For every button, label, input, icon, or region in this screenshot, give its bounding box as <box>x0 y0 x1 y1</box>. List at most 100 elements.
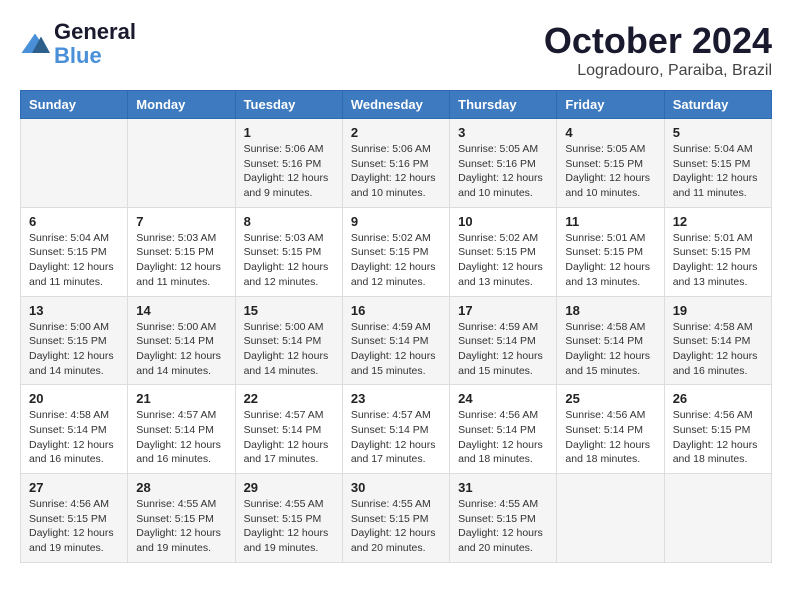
calendar-cell: 16 Sunrise: 4:59 AM Sunset: 5:14 PM Dayli… <box>342 296 449 385</box>
day-number: 22 <box>244 391 334 406</box>
cell-content: Sunrise: 4:59 AM Sunset: 5:14 PM Dayligh… <box>351 320 441 379</box>
cell-content: Sunrise: 4:58 AM Sunset: 5:14 PM Dayligh… <box>673 320 763 379</box>
day-number: 20 <box>29 391 119 406</box>
cell-content: Sunrise: 5:01 AM Sunset: 5:15 PM Dayligh… <box>673 231 763 290</box>
calendar-cell: 26 Sunrise: 4:56 AM Sunset: 5:15 PM Dayli… <box>664 385 771 474</box>
calendar-cell: 1Sunrise: 5:06 AM Sunset: 5:16 PM Daylig… <box>235 119 342 208</box>
calendar-cell: 29Sunrise: 4:55 AM Sunset: 5:15 PM Dayli… <box>235 474 342 563</box>
day-number: 10 <box>458 214 548 229</box>
day-number: 15 <box>244 303 334 318</box>
calendar-week-row: 27Sunrise: 4:56 AM Sunset: 5:15 PM Dayli… <box>21 474 772 563</box>
cell-content: Sunrise: 5:03 AM Sunset: 5:15 PM Dayligh… <box>244 231 334 290</box>
calendar-cell: 9 Sunrise: 5:02 AM Sunset: 5:15 PM Daylig… <box>342 207 449 296</box>
day-number: 16 <box>351 303 441 318</box>
calendar-cell <box>128 119 235 208</box>
calendar-cell: 24 Sunrise: 4:56 AM Sunset: 5:14 PM Dayli… <box>450 385 557 474</box>
calendar-cell: 15Sunrise: 5:00 AM Sunset: 5:14 PM Dayli… <box>235 296 342 385</box>
calendar-cell: 4 Sunrise: 5:05 AM Sunset: 5:15 PM Daylig… <box>557 119 664 208</box>
weekday-header: Wednesday <box>342 91 449 119</box>
calendar-cell: 27Sunrise: 4:56 AM Sunset: 5:15 PM Dayli… <box>21 474 128 563</box>
day-number: 28 <box>136 480 226 495</box>
calendar-cell <box>664 474 771 563</box>
day-number: 18 <box>565 303 655 318</box>
day-number: 17 <box>458 303 548 318</box>
weekday-header: Thursday <box>450 91 557 119</box>
calendar-cell: 3Sunrise: 5:05 AM Sunset: 5:16 PM Daylig… <box>450 119 557 208</box>
cell-content: Sunrise: 4:58 AM Sunset: 5:14 PM Dayligh… <box>565 320 655 379</box>
calendar-cell: 11Sunrise: 5:01 AM Sunset: 5:15 PM Dayli… <box>557 207 664 296</box>
calendar-week-row: 6 Sunrise: 5:04 AM Sunset: 5:15 PM Daylig… <box>21 207 772 296</box>
cell-content: Sunrise: 5:00 AM Sunset: 5:14 PM Dayligh… <box>136 320 226 379</box>
calendar-cell: 6 Sunrise: 5:04 AM Sunset: 5:15 PM Daylig… <box>21 207 128 296</box>
month-title: October 2024 <box>544 20 772 62</box>
day-number: 30 <box>351 480 441 495</box>
cell-content: Sunrise: 4:56 AM Sunset: 5:15 PM Dayligh… <box>673 408 763 467</box>
calendar-cell: 23 Sunrise: 4:57 AM Sunset: 5:14 PM Dayli… <box>342 385 449 474</box>
calendar-week-row: 1Sunrise: 5:06 AM Sunset: 5:16 PM Daylig… <box>21 119 772 208</box>
cell-content: Sunrise: 5:05 AM Sunset: 5:15 PM Dayligh… <box>565 142 655 201</box>
cell-content: Sunrise: 5:00 AM Sunset: 5:15 PM Dayligh… <box>29 320 119 379</box>
cell-content: Sunrise: 5:02 AM Sunset: 5:15 PM Dayligh… <box>351 231 441 290</box>
calendar-cell: 20 Sunrise: 4:58 AM Sunset: 5:14 PM Dayli… <box>21 385 128 474</box>
cell-content: Sunrise: 4:59 AM Sunset: 5:14 PM Dayligh… <box>458 320 548 379</box>
weekday-header-row: SundayMondayTuesdayWednesdayThursdayFrid… <box>21 91 772 119</box>
day-number: 24 <box>458 391 548 406</box>
calendar-cell: 13 Sunrise: 5:00 AM Sunset: 5:15 PM Dayli… <box>21 296 128 385</box>
cell-content: Sunrise: 4:55 AM Sunset: 5:15 PM Dayligh… <box>351 497 441 556</box>
cell-content: Sunrise: 4:56 AM Sunset: 5:14 PM Dayligh… <box>458 408 548 467</box>
day-number: 23 <box>351 391 441 406</box>
day-number: 12 <box>673 214 763 229</box>
calendar-cell: 18 Sunrise: 4:58 AM Sunset: 5:14 PM Dayli… <box>557 296 664 385</box>
calendar-cell: 2 Sunrise: 5:06 AM Sunset: 5:16 PM Daylig… <box>342 119 449 208</box>
day-number: 9 <box>351 214 441 229</box>
title-section: October 2024 Logradouro, Paraiba, Brazil <box>544 20 772 80</box>
cell-content: Sunrise: 5:03 AM Sunset: 5:15 PM Dayligh… <box>136 231 226 290</box>
cell-content: Sunrise: 5:04 AM Sunset: 5:15 PM Dayligh… <box>29 231 119 290</box>
day-number: 2 <box>351 125 441 140</box>
day-number: 13 <box>29 303 119 318</box>
calendar-cell: 19 Sunrise: 4:58 AM Sunset: 5:14 PM Dayli… <box>664 296 771 385</box>
logo-line1: General <box>54 20 136 44</box>
day-number: 25 <box>565 391 655 406</box>
cell-content: Sunrise: 4:55 AM Sunset: 5:15 PM Dayligh… <box>136 497 226 556</box>
page-header: General Blue October 2024 Logradouro, Pa… <box>20 20 772 80</box>
calendar-cell <box>21 119 128 208</box>
cell-content: Sunrise: 4:58 AM Sunset: 5:14 PM Dayligh… <box>29 408 119 467</box>
logo-line2: Blue <box>54 44 136 68</box>
location-title: Logradouro, Paraiba, Brazil <box>544 62 772 80</box>
logo: General Blue <box>20 20 136 68</box>
day-number: 5 <box>673 125 763 140</box>
weekday-header: Tuesday <box>235 91 342 119</box>
day-number: 19 <box>673 303 763 318</box>
calendar-cell: 25Sunrise: 4:56 AM Sunset: 5:14 PM Dayli… <box>557 385 664 474</box>
cell-content: Sunrise: 4:56 AM Sunset: 5:15 PM Dayligh… <box>29 497 119 556</box>
cell-content: Sunrise: 5:04 AM Sunset: 5:15 PM Dayligh… <box>673 142 763 201</box>
cell-content: Sunrise: 5:06 AM Sunset: 5:16 PM Dayligh… <box>244 142 334 201</box>
calendar-cell: 21Sunrise: 4:57 AM Sunset: 5:14 PM Dayli… <box>128 385 235 474</box>
cell-content: Sunrise: 4:57 AM Sunset: 5:14 PM Dayligh… <box>351 408 441 467</box>
cell-content: Sunrise: 5:02 AM Sunset: 5:15 PM Dayligh… <box>458 231 548 290</box>
calendar-cell: 5 Sunrise: 5:04 AM Sunset: 5:15 PM Daylig… <box>664 119 771 208</box>
calendar-cell <box>557 474 664 563</box>
calendar-cell: 17 Sunrise: 4:59 AM Sunset: 5:14 PM Dayli… <box>450 296 557 385</box>
day-number: 26 <box>673 391 763 406</box>
calendar-week-row: 13 Sunrise: 5:00 AM Sunset: 5:15 PM Dayli… <box>21 296 772 385</box>
calendar-cell: 22 Sunrise: 4:57 AM Sunset: 5:14 PM Dayli… <box>235 385 342 474</box>
calendar-cell: 14 Sunrise: 5:00 AM Sunset: 5:14 PM Dayli… <box>128 296 235 385</box>
calendar-cell: 31Sunrise: 4:55 AM Sunset: 5:15 PM Dayli… <box>450 474 557 563</box>
cell-content: Sunrise: 4:57 AM Sunset: 5:14 PM Dayligh… <box>244 408 334 467</box>
day-number: 6 <box>29 214 119 229</box>
day-number: 14 <box>136 303 226 318</box>
calendar-week-row: 20 Sunrise: 4:58 AM Sunset: 5:14 PM Dayli… <box>21 385 772 474</box>
calendar-cell: 12 Sunrise: 5:01 AM Sunset: 5:15 PM Dayli… <box>664 207 771 296</box>
calendar-cell: 10 Sunrise: 5:02 AM Sunset: 5:15 PM Dayli… <box>450 207 557 296</box>
day-number: 21 <box>136 391 226 406</box>
cell-content: Sunrise: 5:06 AM Sunset: 5:16 PM Dayligh… <box>351 142 441 201</box>
cell-content: Sunrise: 4:55 AM Sunset: 5:15 PM Dayligh… <box>458 497 548 556</box>
day-number: 7 <box>136 214 226 229</box>
day-number: 3 <box>458 125 548 140</box>
calendar-cell: 28 Sunrise: 4:55 AM Sunset: 5:15 PM Dayli… <box>128 474 235 563</box>
day-number: 4 <box>565 125 655 140</box>
cell-content: Sunrise: 5:01 AM Sunset: 5:15 PM Dayligh… <box>565 231 655 290</box>
day-number: 8 <box>244 214 334 229</box>
